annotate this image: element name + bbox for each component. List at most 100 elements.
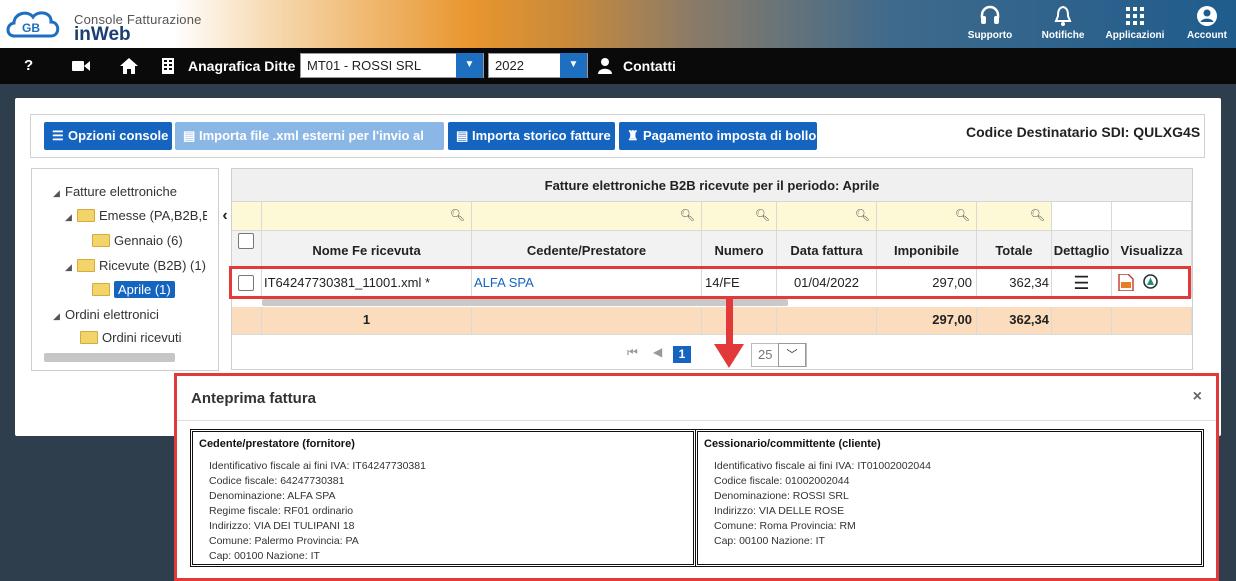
- tree-fatture-elettroniche[interactable]: ◢ Fatture elettroniche: [53, 184, 177, 199]
- filter-cedente[interactable]: 🔍︎: [472, 202, 702, 231]
- folder-icon: [92, 234, 110, 247]
- folder-open-icon: [77, 259, 95, 272]
- folder-open-icon: [77, 209, 95, 222]
- sum-cell-empty: [1052, 307, 1112, 335]
- filter-nome[interactable]: 🔍︎: [262, 202, 472, 231]
- search-icon[interactable]: 🔍︎: [755, 208, 770, 222]
- search-icon[interactable]: 🔍︎: [955, 208, 970, 222]
- col-header-data[interactable]: Data fattura: [777, 231, 877, 267]
- sum-count: 1: [262, 307, 472, 335]
- sum-totale: 362,34: [977, 307, 1052, 335]
- annotation-arrow-head: [714, 344, 744, 368]
- contatti-label[interactable]: Contatti: [623, 48, 676, 84]
- grid-scrollbar[interactable]: [262, 299, 788, 306]
- sum-cell-empty: [472, 307, 702, 335]
- tree-ordini-ricevuti[interactable]: Ordini ricevuti: [80, 330, 181, 345]
- cedente-line: Identificativo fiscale ai fini IVA: IT64…: [209, 460, 426, 472]
- filter-dettaglio: [1052, 202, 1112, 231]
- tree-scrollbar[interactable]: [44, 353, 175, 362]
- opzioni-console-button[interactable]: ☰ Opzioni console: [44, 122, 172, 150]
- search-icon[interactable]: 🔍︎: [1030, 208, 1045, 222]
- tree-ricevute[interactable]: ◢ Ricevute (B2B) (1): [65, 258, 206, 273]
- stamp-icon: ♜: [627, 128, 639, 143]
- first-page-icon[interactable]: ⏮: [627, 345, 638, 360]
- col-header-dettaglio[interactable]: Dettaglio: [1052, 231, 1112, 267]
- home-icon[interactable]: [120, 48, 138, 84]
- year-select[interactable]: 2022 ▼: [488, 53, 588, 78]
- col-header-nome[interactable]: Nome Fe ricevuta: [262, 231, 472, 267]
- importa-xml-button[interactable]: ▤ Importa file .xml esterni per l'invio a…: [175, 122, 444, 171]
- applicazioni-button[interactable]: Applicazioni: [1100, 4, 1170, 44]
- col-header-imponibile[interactable]: Imponibile: [877, 231, 977, 267]
- cedente-box: Cedente/prestatore (fornitore) Identific…: [190, 429, 696, 567]
- account-label: Account: [1187, 30, 1227, 41]
- filter-data[interactable]: 🔍︎: [777, 202, 877, 231]
- sum-cell-empty: [777, 307, 877, 335]
- app-logo: GB: [6, 11, 60, 38]
- tree-label: Ricevute (B2B) (1): [99, 258, 206, 273]
- current-page[interactable]: 1: [673, 346, 691, 363]
- prev-page-icon[interactable]: ◀: [653, 345, 662, 359]
- search-icon[interactable]: 🔍︎: [450, 208, 465, 222]
- filter-imponibile[interactable]: 🔍︎: [877, 202, 977, 231]
- chevron-down-icon[interactable]: ﹀: [778, 343, 806, 367]
- sum-cell-empty: [232, 307, 262, 335]
- col-header-totale[interactable]: Totale: [977, 231, 1052, 267]
- nav-bar: ? Anagrafica Ditte Contatti: [0, 48, 1236, 84]
- sum-imponibile: 297,00: [877, 307, 977, 335]
- filter-visualizza: [1112, 202, 1192, 231]
- caret-down-icon[interactable]: ◢: [65, 212, 77, 223]
- headset-icon: [955, 4, 1025, 30]
- tree-emesse[interactable]: ◢ Emesse (PA,B2B,B2: [65, 208, 207, 223]
- cessionario-line: Codice fiscale: 01002002044: [714, 475, 850, 487]
- tree-aprile[interactable]: Aprile (1): [92, 281, 175, 298]
- collapse-tree-icon[interactable]: ‹: [219, 206, 231, 226]
- company-select[interactable]: MT01 - ROSSI SRL ▼: [300, 53, 484, 78]
- cessionario-box: Cessionario/committente (cliente) Identi…: [695, 429, 1204, 567]
- supporto-button[interactable]: Supporto: [955, 4, 1025, 44]
- year-select-value: 2022: [495, 58, 524, 73]
- importa-storico-label: Importa storico fatture: [472, 128, 611, 143]
- tree-gennaio[interactable]: Gennaio (6): [92, 233, 183, 248]
- file-code-icon: ▤: [456, 128, 469, 143]
- user-icon: [598, 48, 612, 84]
- col-header-visualizza[interactable]: Visualizza: [1112, 231, 1192, 267]
- col-header-cedente[interactable]: Cedente/Prestatore: [472, 231, 702, 267]
- chevron-down-icon[interactable]: ▼: [560, 53, 587, 78]
- help-icon[interactable]: ?: [24, 48, 33, 84]
- row-highlight: [229, 266, 1191, 299]
- select-all-checkbox[interactable]: [238, 233, 254, 249]
- video-icon[interactable]: [72, 48, 90, 84]
- filter-numero[interactable]: 🔍︎: [702, 202, 777, 231]
- caret-down-icon[interactable]: ◢: [53, 188, 65, 199]
- anagrafica-ditte-label[interactable]: Anagrafica Ditte: [188, 48, 295, 84]
- sliders-icon: ☰: [52, 128, 64, 143]
- importa-storico-button[interactable]: ▤ Importa storico fatture: [448, 122, 615, 150]
- close-icon[interactable]: ×: [1193, 388, 1202, 406]
- folder-icon: [92, 283, 110, 296]
- account-button[interactable]: Account: [1172, 4, 1236, 44]
- cedente-line: Cap: 00100 Nazione: IT: [209, 550, 320, 562]
- brand-line-2: inWeb: [74, 24, 131, 45]
- col-header-numero[interactable]: Numero: [702, 231, 777, 267]
- supporto-label: Supporto: [967, 30, 1013, 41]
- applicazioni-label: Applicazioni: [1105, 30, 1165, 41]
- cedente-line: Comune: Palermo Provincia: PA: [209, 535, 359, 547]
- caret-down-icon[interactable]: ◢: [53, 311, 65, 322]
- tree-ordini-elettronici[interactable]: ◢ Ordini elettronici: [53, 307, 159, 322]
- pagamento-bollo-button[interactable]: ♜ Pagamento imposta di bollo: [619, 122, 817, 150]
- chevron-down-icon[interactable]: ▼: [456, 53, 483, 78]
- modal-divider: [177, 420, 1216, 421]
- cedente-line: Codice fiscale: 64247730381: [209, 475, 345, 487]
- search-icon[interactable]: 🔍︎: [855, 208, 870, 222]
- notifiche-button[interactable]: Notifiche: [1028, 4, 1098, 44]
- filter-totale[interactable]: 🔍︎: [977, 202, 1052, 231]
- tree-label-selected: Aprile (1): [114, 281, 175, 298]
- page-size-select[interactable]: 25 ﹀: [751, 343, 807, 367]
- search-icon[interactable]: 🔍︎: [680, 208, 695, 222]
- cedente-line: Indirizzo: VIA DEI TULIPANI 18: [209, 520, 355, 532]
- sum-cell-empty: [1112, 307, 1192, 335]
- codice-destinatario: Codice Destinatario SDI: QULXG4S: [966, 124, 1201, 140]
- caret-down-icon[interactable]: ◢: [65, 262, 77, 273]
- grid-icon: [1100, 4, 1170, 30]
